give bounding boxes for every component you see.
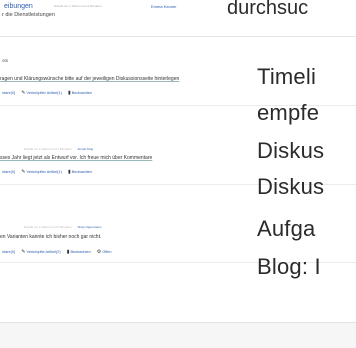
linked-articles-link[interactable]: ✎Verknüpfte Artikel(2) (21, 249, 60, 255)
sidebar-link-recommend[interactable]: empfe (257, 100, 319, 126)
comments-link[interactable]: ntare(0) (2, 250, 15, 254)
comments-link[interactable]: ntare(0) (2, 91, 15, 95)
watch-link[interactable]: ▮Beobachten (68, 90, 92, 96)
bookmark-icon: ▮ (67, 90, 71, 96)
comments-link[interactable]: ntare(0) (2, 170, 15, 174)
sidebar-link-timeline[interactable]: Timeli (257, 64, 316, 90)
row-actions: ntare(0) ✎Verknüpfter Artikel(1) ▮Beobac… (2, 90, 92, 96)
page-header: eibungen Erstellt vor 2 Jahren und 4 Mon… (0, 0, 356, 37)
row-actions: ntare(0) ✎Verknüpfter Artikel(1) ▮Beobac… (2, 169, 92, 175)
row-meta: Erstellt vor 2 Jahren und 6 Monaten Sissy… (24, 225, 102, 229)
list-item-text[interactable]: sses Jahr liegt jetzt als Entwurf vor. I… (0, 155, 152, 161)
sidebar-link-blog[interactable]: Blog: I (257, 254, 321, 280)
pin-icon: ✎ (21, 249, 26, 255)
list-item-text: en Varianten kannte ich bisher noch gar … (0, 234, 102, 240)
header-user-link[interactable]: Emma Keuner (151, 4, 177, 9)
watch-link[interactable]: ▮Beobachten (67, 249, 91, 255)
row-user-link[interactable]: Sissy Oppermann (78, 225, 102, 229)
row-user-link[interactable]: Annett Klug (78, 147, 94, 151)
sidebar-link-discussion[interactable]: Diskus (257, 138, 324, 164)
header-meta: Erstellt vor 2 Jahren und 4 Monaten (54, 4, 102, 8)
list-item-text[interactable]: ragen und Klärungswünsche bitte auf der … (0, 76, 179, 82)
bookmark-icon: ▮ (67, 169, 71, 175)
comment-box[interactable] (0, 322, 356, 348)
page-title[interactable]: eibungen (4, 3, 33, 10)
row-actions: ntare(0) ✎Verknüpfte Artikel(2) ▮Beobach… (2, 249, 111, 255)
pin-icon: ✎ (21, 169, 26, 175)
row-meta: Erstellt vor 2 Jahren und 4 Monaten Annet… (24, 147, 94, 151)
pin-icon: ✎ (21, 90, 26, 96)
linked-articles-link[interactable]: ✎Verknüpfter Artikel(1) (21, 169, 62, 175)
section-label: ots (2, 58, 9, 63)
sidebar-link-tasks[interactable]: Aufga (257, 216, 316, 242)
linked-articles-link[interactable]: ✎Verknüpfter Artikel(1) (21, 90, 62, 96)
sidebar-link-discussion-2[interactable]: Diskus (257, 174, 324, 200)
gear-icon: ⚙ (96, 249, 102, 255)
status-link[interactable]: ⚙Offen (97, 249, 112, 255)
page-subtitle: r die Dienstleistungen (2, 12, 55, 18)
search-heading[interactable]: durchsuc (227, 0, 308, 20)
watch-link[interactable]: ▮Beobachten (68, 169, 92, 175)
